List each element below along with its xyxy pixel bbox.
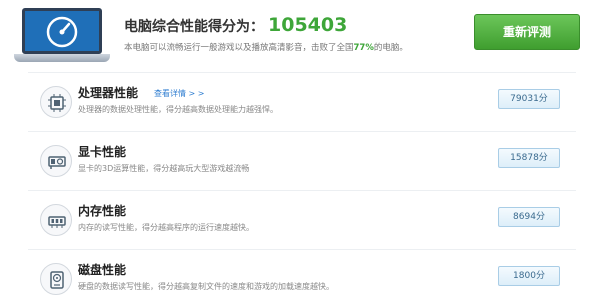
- row-description: 硬盘的数据读写性能，得分越高复制文件的速度和游戏的加载速度越快。: [78, 282, 334, 291]
- speedometer-monitor-icon: [14, 8, 110, 68]
- cpu-icon: [40, 86, 72, 118]
- memory-icon: [40, 204, 72, 236]
- disk-icon: [40, 263, 72, 295]
- list-item-graphics: 显卡性能 显卡的3D运算性能，得分越高玩大型游戏越流畅 15878分: [28, 133, 576, 191]
- row-title: 磁盘性能: [78, 263, 127, 277]
- divider: [28, 249, 576, 250]
- score-badge: 8694分: [498, 207, 560, 227]
- summary-header: 电脑综合性能得分为： 105403 本电脑可以流畅运行一般游戏以及播放高清影音，击…: [0, 0, 600, 70]
- view-details-link[interactable]: 查看详情 > >: [154, 88, 205, 99]
- divider: [28, 131, 576, 132]
- score-desc-suffix: 的电脑。: [373, 43, 408, 53]
- row-description: 显卡的3D运算性能，得分越高玩大型游戏越流畅: [78, 164, 250, 173]
- score-badge: 1800分: [498, 266, 560, 286]
- score-badge: 79031分: [498, 89, 560, 109]
- list-item-memory: 内存性能 内存的读写性能，得分越高程序的运行速度越快。 8694分: [28, 192, 576, 250]
- graphics-card-icon: [40, 145, 72, 177]
- divider: [28, 72, 576, 73]
- overall-score: 105403: [268, 14, 348, 36]
- score-description: 本电脑可以流畅运行一般游戏以及播放高清影音，击败了全国77%的电脑。: [124, 41, 408, 53]
- score-desc-prefix: 本电脑可以流畅运行一般游戏以及播放高清影音，击败了全国: [124, 43, 354, 53]
- list-item-disk: 磁盘性能 硬盘的数据读写性能，得分越高复制文件的速度和游戏的加载速度越快。 18…: [28, 251, 576, 307]
- overall-score-title: 电脑综合性能得分为： 105403: [124, 14, 347, 36]
- score-percentile: 77%: [353, 43, 374, 53]
- row-description: 处理器的数据处理性能，得分越高数据处理能力越强悍。: [78, 105, 278, 114]
- retest-button[interactable]: 重新评测: [474, 14, 580, 50]
- row-title: 显卡性能: [78, 145, 127, 159]
- score-badge: 15878分: [498, 148, 560, 168]
- list-item-cpu: 处理器性能 查看详情 > > 处理器的数据处理性能，得分越高数据处理能力越强悍。…: [28, 74, 576, 132]
- score-label: 电脑综合性能得分为：: [124, 19, 264, 35]
- row-description: 内存的读写性能，得分越高程序的运行速度越快。: [78, 223, 254, 232]
- row-title: 内存性能: [78, 204, 127, 218]
- row-title: 处理器性能: [78, 86, 139, 100]
- divider: [28, 190, 576, 191]
